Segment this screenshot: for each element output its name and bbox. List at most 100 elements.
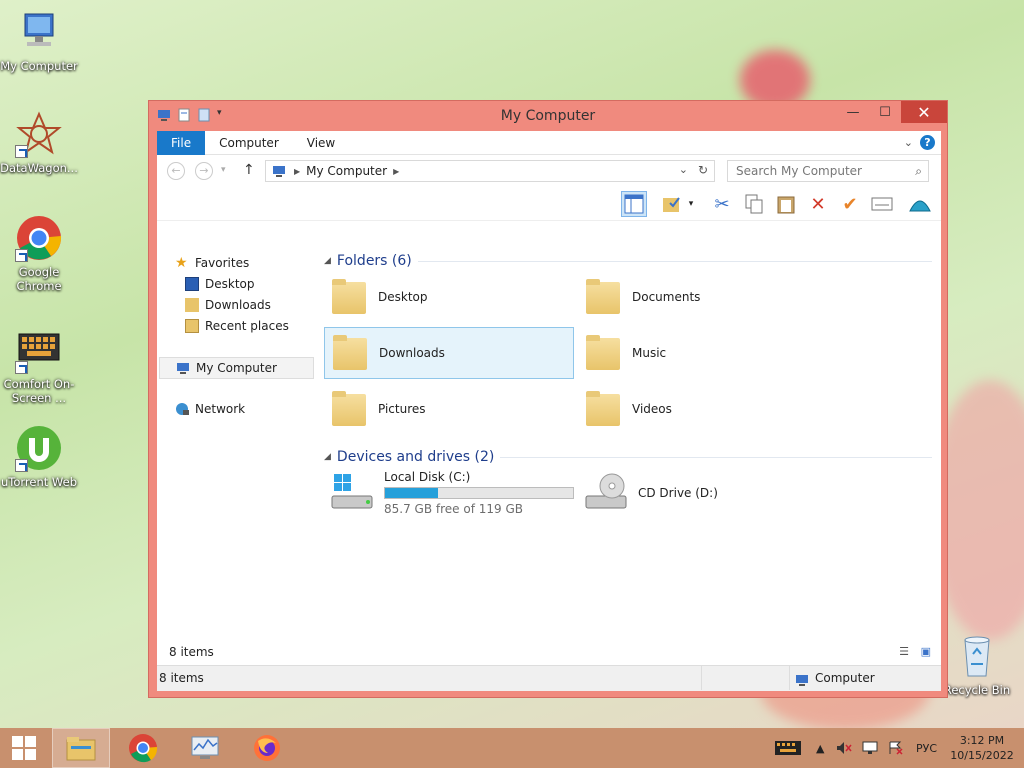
rename-check-icon[interactable]: ✔ [837, 191, 863, 217]
nav-desktop[interactable]: Desktop [185, 274, 255, 294]
cut-icon[interactable]: ✂ [709, 191, 735, 217]
tab-file[interactable]: File [157, 130, 206, 155]
monitor-icon [191, 736, 219, 759]
nav-desktop-label: Desktop [205, 277, 255, 291]
show-hidden-icons[interactable]: ▲ [816, 728, 824, 768]
close-button[interactable]: ✕ [901, 101, 947, 123]
shell-icon[interactable] [907, 191, 933, 217]
folder-label: Music [632, 346, 667, 360]
copy-icon[interactable] [741, 191, 767, 217]
properties-toolbar-icon[interactable] [869, 191, 895, 217]
open-folder-icon[interactable] [659, 191, 685, 217]
nav-computer-label: My Computer [196, 361, 277, 375]
ribbon-expand-icon[interactable]: ⌄ [904, 136, 913, 149]
clock[interactable]: 3:12 PM 10/15/2022 [946, 728, 1018, 768]
folder-documents[interactable]: Documents [578, 271, 828, 323]
desktop-icon-google-chrome[interactable]: Google Chrome [0, 214, 78, 293]
drive-d[interactable]: CD Drive (D:) [578, 465, 828, 521]
drive-c-usage-fill [385, 488, 438, 498]
folder-pictures[interactable]: Pictures [324, 383, 574, 435]
desktop-icon-datawagon[interactable]: DataWagon... [0, 110, 78, 175]
preview-pane-icon[interactable] [621, 191, 647, 217]
group-devices-header[interactable]: ◢ Devices and drives (2) [324, 449, 932, 465]
folder-downloads[interactable]: Downloads [324, 327, 574, 379]
taskbar-file-explorer[interactable] [52, 728, 110, 768]
nav-my-computer[interactable]: My Computer [159, 357, 314, 379]
desktop-icon-my-computer[interactable]: My Computer [0, 8, 78, 73]
back-button[interactable]: ← [167, 162, 185, 180]
navigation-pane: ★ Favorites Desktop Downloads Recent plac… [157, 253, 317, 663]
folder-desktop[interactable]: Desktop [324, 271, 574, 323]
address-bar[interactable]: ▶ My Computer ▶ ⌄ ↻ [265, 160, 715, 182]
desktop-icon-label: Comfort On-Screen ... [3, 377, 75, 405]
nav-downloads-label: Downloads [205, 298, 271, 312]
address-dropdown-icon[interactable]: ⌄ [679, 163, 688, 176]
folder-label: Desktop [378, 290, 428, 304]
title-bar[interactable]: ▾ My Computer — ☐ ✕ [149, 101, 947, 131]
computer-icon [15, 8, 63, 56]
utorrent-icon [15, 424, 63, 472]
forward-button[interactable]: → [195, 162, 213, 180]
paste-icon[interactable] [773, 191, 799, 217]
open-dropdown-icon[interactable]: ▾ [685, 191, 697, 217]
recent-locations-icon[interactable]: ▾ [221, 165, 226, 175]
drive-c[interactable]: Local Disk (C:) 85.7 GB free of 119 GB [324, 465, 574, 521]
desktop-icon-label: uTorrent Web [1, 475, 77, 489]
chrome-icon [129, 734, 158, 763]
explorer-window: ▾ My Computer — ☐ ✕ File Computer View ⌄… [148, 100, 948, 698]
action-center-icon[interactable] [888, 728, 904, 768]
drive-c-free: 85.7 GB free of 119 GB [384, 502, 523, 516]
ribbon-tabs: File Computer View ⌄ ? [157, 130, 941, 155]
network-status-icon[interactable] [862, 728, 878, 768]
desktop-icon-recycle-bin[interactable]: Recycle Bin [938, 632, 1016, 697]
folder-videos[interactable]: Videos [578, 383, 828, 435]
nav-network[interactable]: Network [175, 399, 245, 419]
search-input[interactable]: Search My Computer ⌕ [727, 160, 929, 182]
search-icon[interactable]: ⌕ [915, 161, 922, 181]
desktop-icon-comfort-osk[interactable]: Comfort On-Screen ... [0, 326, 78, 405]
start-button[interactable] [0, 728, 48, 768]
breadcrumb-separator-icon[interactable]: ▶ [393, 167, 399, 176]
group-folders-header[interactable]: ◢ Folders (6) [324, 253, 932, 269]
folder-music[interactable]: Music [578, 327, 828, 379]
maximize-button[interactable]: ☐ [869, 101, 901, 123]
folder-label: Pictures [378, 402, 426, 416]
desktop-icon-utorrent[interactable]: uTorrent Web [0, 424, 78, 489]
downloads-folder-icon [329, 332, 371, 374]
delete-icon[interactable]: ✕ [805, 191, 831, 217]
refresh-icon[interactable]: ↻ [698, 163, 708, 177]
computer-small-icon [273, 166, 285, 177]
tab-computer[interactable]: Computer [205, 131, 293, 155]
large-icons-view-icon[interactable]: ▣ [921, 639, 931, 665]
breadcrumb[interactable]: My Computer [306, 164, 387, 178]
nav-downloads[interactable]: Downloads [185, 295, 271, 315]
taskbar-firefox[interactable] [238, 728, 296, 768]
tray-keyboard[interactable] [774, 728, 804, 768]
breadcrumb-separator-icon: ▶ [294, 166, 301, 176]
statusbar-items: 8 items [159, 671, 204, 685]
folder-label: Downloads [379, 346, 445, 360]
recycle-bin-icon [953, 632, 1001, 680]
item-count-label: 8 items [169, 645, 214, 659]
shortcut-arrow-icon [15, 459, 28, 472]
collapse-icon[interactable]: ◢ [324, 452, 331, 462]
keyboard-icon [775, 741, 801, 755]
documents-folder-icon [582, 276, 624, 318]
drive-c-label: Local Disk (C:) [384, 470, 471, 484]
group-folders-label: Folders (6) [336, 253, 412, 269]
folder-label: Documents [632, 290, 701, 304]
nav-favorites[interactable]: ★ Favorites [175, 253, 249, 273]
input-language[interactable]: РУС [916, 728, 937, 768]
details-view-icon[interactable]: ☰ [899, 639, 909, 665]
taskbar-chrome[interactable] [114, 728, 172, 768]
nav-favorites-label: Favorites [195, 256, 250, 270]
tab-view[interactable]: View [293, 131, 349, 155]
up-arrow-icon[interactable]: ↑ [243, 162, 255, 178]
help-icon[interactable]: ? [920, 135, 935, 150]
collapse-icon[interactable]: ◢ [324, 256, 331, 266]
nav-recent-places[interactable]: Recent places [185, 316, 289, 336]
volume-muted-icon[interactable] [836, 728, 852, 768]
minimize-button[interactable]: — [837, 101, 869, 123]
taskbar-system-monitor[interactable] [176, 728, 234, 768]
desktop-icon-label: Google Chrome [16, 265, 62, 293]
